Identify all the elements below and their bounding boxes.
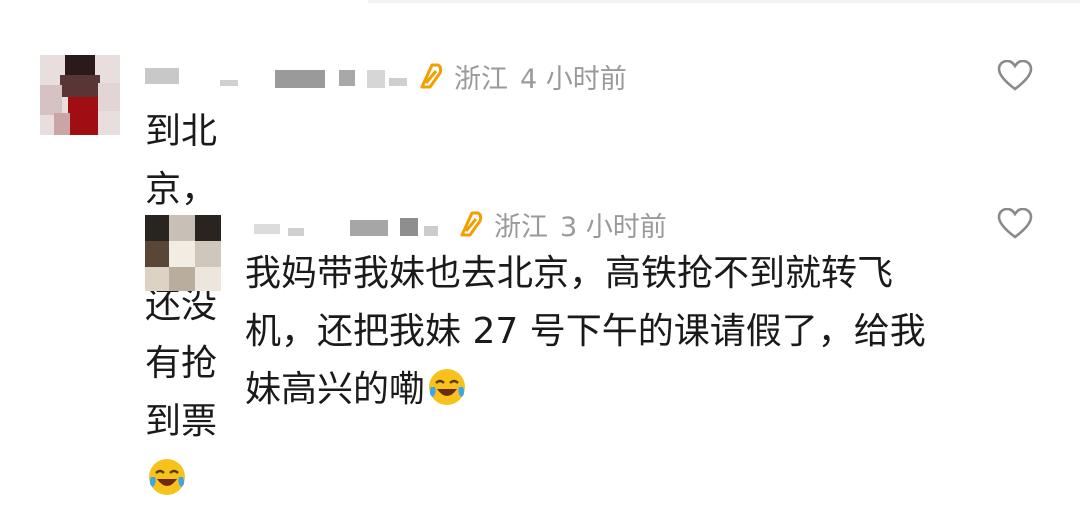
avatar[interactable] — [40, 55, 120, 135]
crying-laughing-emoji-icon — [429, 369, 466, 405]
comment-text: 到北京，目前还没有抢到票 — [145, 103, 217, 509]
timestamp: 3 小时前 — [560, 211, 667, 243]
comment-meta: 浙江 4 小时前 — [145, 56, 627, 96]
reply-text-line-3: 妹高兴的嘞 — [245, 361, 1045, 419]
crying-laughing-emoji-icon — [149, 459, 185, 495]
reply-text-line-1: 我妈带我妹也去北京，高铁抢不到就转飞 — [245, 253, 894, 294]
username-redacted[interactable] — [145, 56, 410, 96]
reply-text-line-2: 机，还把我妹 27 号下午的课请假了，给我 — [245, 311, 926, 352]
location-text: 浙江 — [454, 63, 508, 95]
location-icon — [420, 63, 443, 89]
top-divider — [368, 0, 1080, 3]
location-icon — [460, 211, 483, 237]
timestamp: 4 小时前 — [520, 63, 627, 95]
heart-icon[interactable] — [997, 60, 1033, 92]
reply-text: 我妈带我妹也去北京，高铁抢不到就转飞 机，还把我妹 27 号下午的课请假了，给我… — [245, 245, 1045, 419]
reply-text-line-3-content: 妹高兴的嘞 — [245, 369, 426, 410]
heart-icon[interactable] — [997, 208, 1033, 240]
location-text: 浙江 — [494, 211, 548, 243]
avatar[interactable] — [145, 215, 221, 291]
username-redacted[interactable] — [250, 204, 450, 244]
comment-meta: 浙江 3 小时前 — [250, 204, 667, 244]
